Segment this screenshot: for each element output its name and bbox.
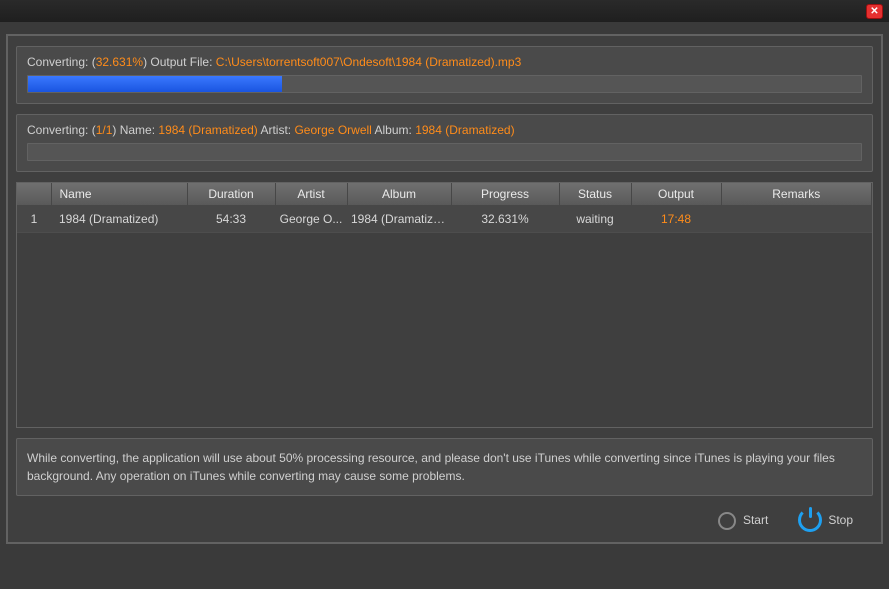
th-album[interactable]: Album bbox=[347, 183, 451, 206]
conversion-table-container: Name Duration Artist Album Progress Stat… bbox=[16, 182, 873, 428]
cell-progress: 32.631% bbox=[451, 206, 559, 233]
cell-remarks bbox=[721, 206, 872, 233]
conversion-table: Name Duration Artist Album Progress Stat… bbox=[17, 183, 872, 233]
label-converting: Converting: ( bbox=[27, 55, 96, 69]
cell-name: 1984 (Dramatized) bbox=[51, 206, 187, 233]
table-header-row: Name Duration Artist Album Progress Stat… bbox=[17, 183, 872, 206]
item-artist: George Orwell bbox=[294, 123, 371, 137]
cell-index: 1 bbox=[17, 206, 51, 233]
title-bar: ✕ bbox=[0, 0, 889, 22]
cell-artist: George O... bbox=[275, 206, 347, 233]
power-icon bbox=[798, 508, 822, 532]
cell-duration: 54:33 bbox=[187, 206, 275, 233]
label-name: ) Name: bbox=[112, 123, 158, 137]
start-label: Start bbox=[743, 513, 768, 527]
overall-progress-fill bbox=[28, 76, 282, 92]
stop-button[interactable]: Stop bbox=[798, 508, 853, 532]
cell-status: waiting bbox=[559, 206, 631, 233]
label-output-file: ) Output File: bbox=[143, 55, 216, 69]
item-progress-bar bbox=[27, 143, 862, 161]
item-progress-line: Converting: (1/1) Name: 1984 (Dramatized… bbox=[27, 123, 862, 137]
table-row[interactable]: 1 1984 (Dramatized) 54:33 George O... 19… bbox=[17, 206, 872, 233]
item-album: 1984 (Dramatized) bbox=[415, 123, 514, 137]
th-status[interactable]: Status bbox=[559, 183, 631, 206]
label-converting2: Converting: ( bbox=[27, 123, 96, 137]
stop-label: Stop bbox=[828, 513, 853, 527]
refresh-icon bbox=[715, 509, 737, 531]
cell-output: 17:48 bbox=[631, 206, 721, 233]
output-file-path: C:\Users\torrentsoft007\Ondesoft\1984 (D… bbox=[216, 55, 521, 69]
close-icon: ✕ bbox=[870, 6, 878, 17]
label-artist: Artist: bbox=[258, 123, 295, 137]
close-button[interactable]: ✕ bbox=[866, 4, 883, 19]
th-output[interactable]: Output bbox=[631, 183, 721, 206]
th-name[interactable]: Name bbox=[51, 183, 187, 206]
th-artist[interactable]: Artist bbox=[275, 183, 347, 206]
footer-buttons: Start Stop bbox=[16, 496, 873, 532]
th-index[interactable] bbox=[17, 183, 51, 206]
item-count: 1/1 bbox=[96, 123, 113, 137]
label-album: Album: bbox=[372, 123, 415, 137]
start-button[interactable]: Start bbox=[715, 509, 768, 531]
th-duration[interactable]: Duration bbox=[187, 183, 275, 206]
th-progress[interactable]: Progress bbox=[451, 183, 559, 206]
overall-progress-bar bbox=[27, 75, 862, 93]
item-progress-panel: Converting: (1/1) Name: 1984 (Dramatized… bbox=[16, 114, 873, 172]
overall-progress-panel: Converting: (32.631%) Output File: C:\Us… bbox=[16, 46, 873, 104]
main-container: Converting: (32.631%) Output File: C:\Us… bbox=[6, 34, 883, 544]
overall-progress-line: Converting: (32.631%) Output File: C:\Us… bbox=[27, 55, 862, 69]
th-remarks[interactable]: Remarks bbox=[721, 183, 872, 206]
item-name: 1984 (Dramatized) bbox=[158, 123, 257, 137]
cell-album: 1984 (Dramatize... bbox=[347, 206, 451, 233]
info-note: While converting, the application will u… bbox=[16, 438, 873, 496]
overall-percent: 32.631% bbox=[96, 55, 143, 69]
